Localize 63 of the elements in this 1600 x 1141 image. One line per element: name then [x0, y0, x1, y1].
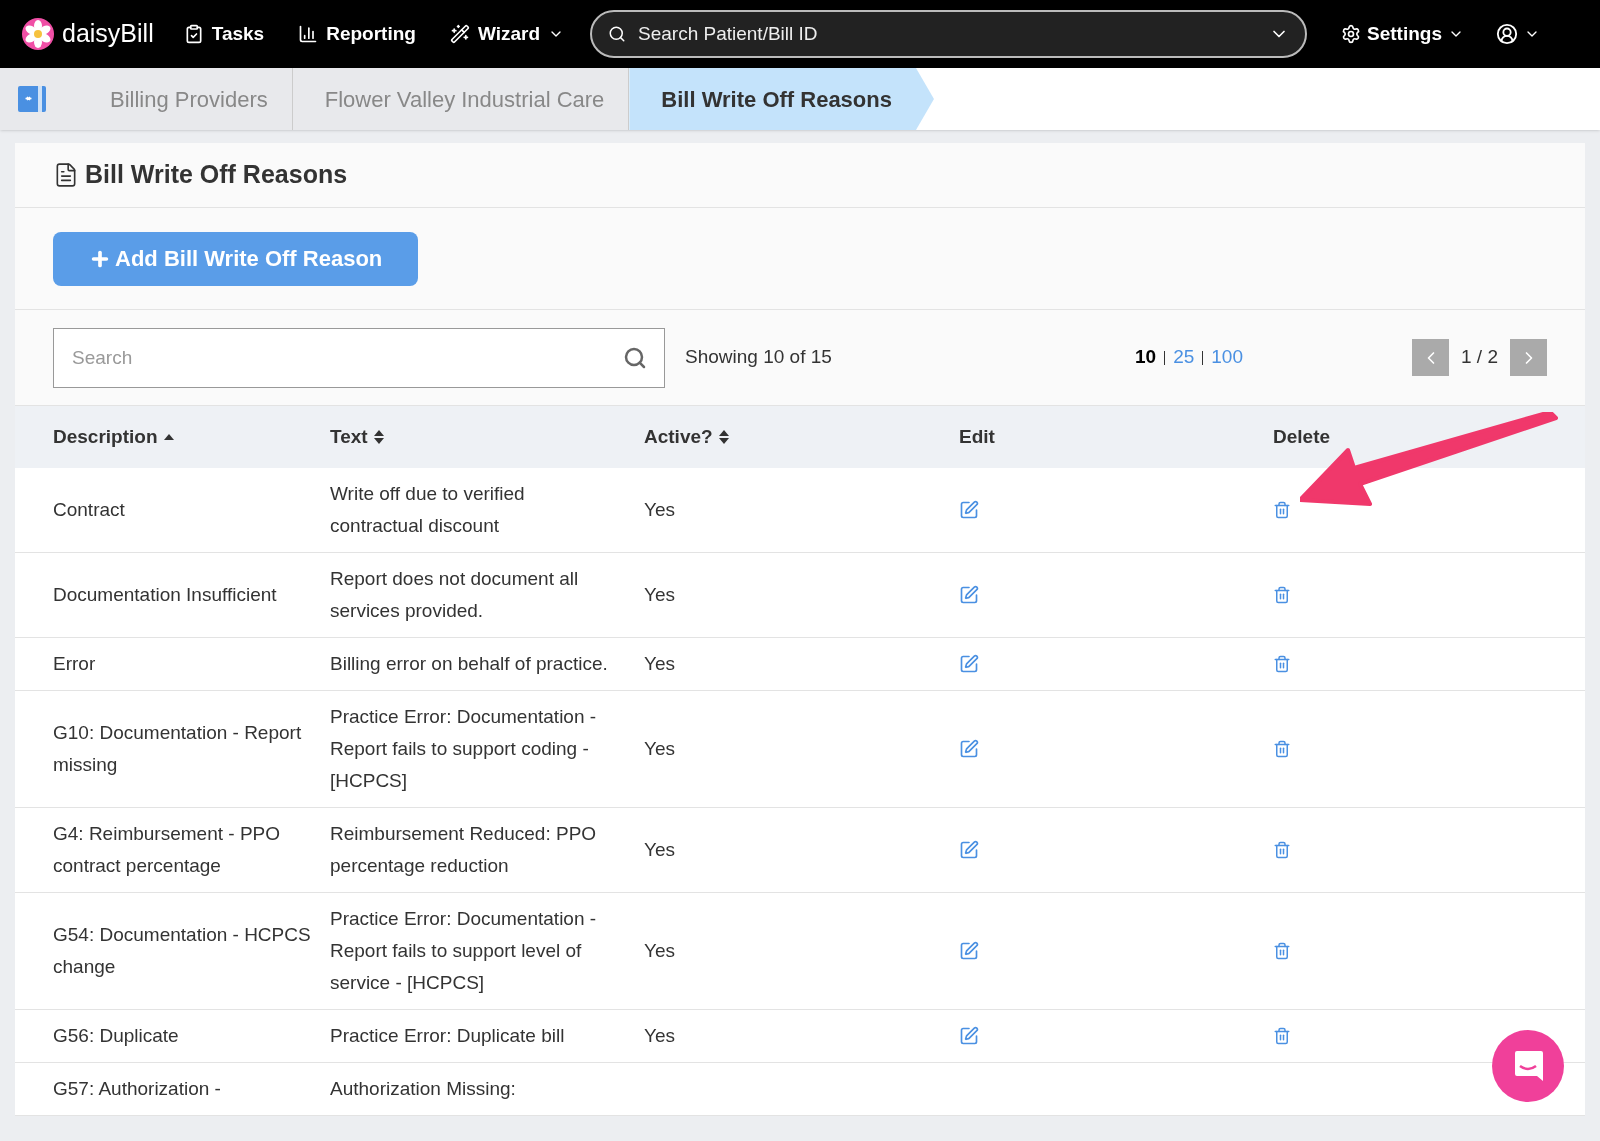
trash-icon[interactable]	[1273, 655, 1291, 673]
breadcrumb-item[interactable]: Bill Write Off Reasons	[629, 68, 934, 130]
trash-icon[interactable]	[1273, 1027, 1291, 1045]
table-cell-text: G10: Documentation - Report missing	[53, 721, 303, 777]
settings-icon	[1341, 24, 1361, 44]
table-cell: Yes	[644, 1025, 675, 1046]
search-icon	[608, 25, 626, 43]
card-title: Bill Write Off Reasons	[85, 159, 348, 191]
search-field[interactable]: Search	[53, 327, 665, 388]
column-header: Delete	[1273, 424, 1331, 449]
edit-icon[interactable]	[959, 1026, 979, 1046]
table-cell-text: Practice Error: Duplicate bill	[330, 1024, 566, 1048]
trash-icon[interactable]	[1273, 501, 1291, 519]
table-cell-text: Authorization Missing:	[330, 1077, 517, 1101]
table-cell: Yes	[644, 499, 675, 520]
table-cell: Yes	[644, 738, 675, 759]
table-cell: Yes	[644, 653, 675, 674]
edit-icon[interactable]	[959, 840, 979, 860]
table-cell-text: G54: Documentation - HCPCS change	[53, 923, 312, 979]
table-cell: Yes	[644, 584, 675, 605]
column-header[interactable]: Description	[53, 422, 158, 452]
edit-icon[interactable]	[959, 500, 979, 520]
edit-icon[interactable]	[959, 585, 979, 605]
trash-icon[interactable]	[1273, 586, 1291, 604]
table-cell-text: Documentation Insufficient	[53, 583, 278, 607]
showing-count: Showing 10 of 15	[685, 345, 833, 370]
column-header[interactable]: Active?	[644, 422, 713, 452]
nav-link[interactable]: Tasks	[183, 19, 265, 49]
page-indicator: 1 / 2	[1461, 345, 1498, 370]
search-field[interactable]: Search Patient/Bill ID	[590, 10, 1307, 58]
table-cell-text: Practice Error: Documentation - Report fails to support level of service - [HCPCS]	[330, 907, 598, 995]
nav-link[interactable]: Wizard	[449, 19, 564, 49]
trash-icon[interactable]	[1273, 841, 1291, 859]
trash-icon[interactable]	[1273, 942, 1291, 960]
table-cell-text: Report does not document all services provided.	[330, 567, 580, 623]
flower-logo-icon	[22, 18, 54, 50]
search-icon	[623, 345, 647, 370]
table-cell-text: G56: Duplicate	[53, 1024, 180, 1048]
column-header[interactable]: Text	[330, 422, 368, 452]
table-cell-text: Billing error on behalf of practice.	[330, 652, 609, 676]
logo-text: daisyBill	[62, 18, 154, 50]
provider-icon	[18, 84, 48, 114]
edit-icon[interactable]	[959, 941, 979, 961]
settings-menu[interactable]: Settings	[1341, 19, 1464, 49]
page-size-link[interactable]: 10	[1135, 343, 1157, 372]
bar-chart-icon	[298, 24, 319, 44]
table-cell-text: G57: Authorization -	[53, 1077, 222, 1101]
table-cell-text: Practice Error: Documentation - Report fails to support coding - [HCPCS]	[330, 705, 598, 793]
table-cell: Yes	[644, 839, 675, 860]
table-cell: Yes	[644, 940, 675, 961]
column-header: Edit	[959, 424, 995, 449]
edit-icon[interactable]	[959, 739, 979, 759]
table-cell-text: Contract	[53, 498, 126, 522]
table-cell-text: Error	[53, 652, 97, 676]
table-cell-text: Write off due to verified contractual discount	[330, 482, 526, 538]
table-cell-text: Reimbursement Reduced: PPO percentage reduction	[330, 822, 598, 878]
wand-icon	[449, 24, 470, 44]
trash-icon[interactable]	[1273, 740, 1291, 758]
edit-icon[interactable]	[959, 654, 979, 674]
nav-link[interactable]: Reporting	[298, 19, 416, 49]
table-cell-text: G4: Reimbursement - PPO contract percentage	[53, 822, 282, 878]
user-icon	[1495, 23, 1518, 45]
breadcrumb-home[interactable]	[0, 68, 78, 130]
